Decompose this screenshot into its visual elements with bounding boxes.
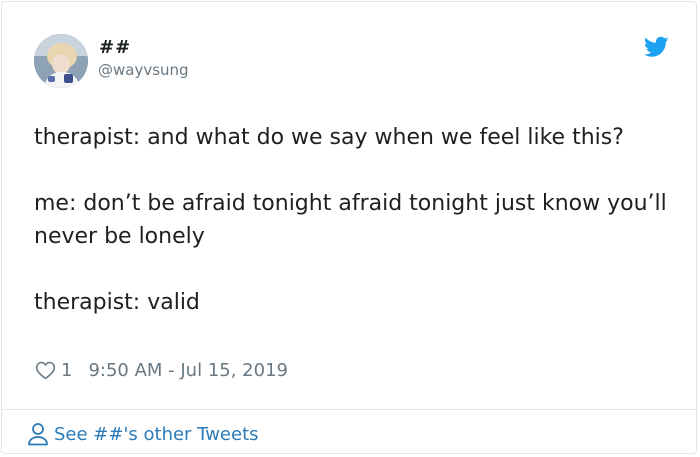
tweet-meta: 1 9:50 AM - Jul 15, 2019 [35, 358, 288, 382]
avatar-photo [34, 34, 88, 88]
user-handle[interactable]: @wayvsung [98, 61, 189, 79]
display-name[interactable]: ## [99, 37, 131, 58]
see-other-tweets-link[interactable]: See ##'s other Tweets [27, 421, 259, 447]
footer-divider [2, 409, 696, 410]
heart-icon[interactable] [35, 360, 56, 380]
see-other-tweets-label: See ##'s other Tweets [54, 423, 259, 445]
tweet-card: ## @wayvsung therapist: and what do we s… [1, 1, 697, 454]
tweet-text: therapist: and what do we say when we fe… [34, 121, 674, 319]
tweet-paragraph: me: don’t be afraid tonight afraid tonig… [34, 191, 667, 249]
like-count[interactable]: 1 [61, 360, 72, 381]
twitter-bird-icon[interactable] [644, 36, 669, 58]
tweet-paragraph: therapist: valid [34, 290, 200, 315]
tweet-timestamp[interactable]: 9:50 AM - Jul 15, 2019 [88, 360, 288, 381]
avatar[interactable] [34, 34, 88, 88]
person-icon [28, 423, 48, 446]
tweet-paragraph: therapist: and what do we say when we fe… [34, 125, 624, 150]
